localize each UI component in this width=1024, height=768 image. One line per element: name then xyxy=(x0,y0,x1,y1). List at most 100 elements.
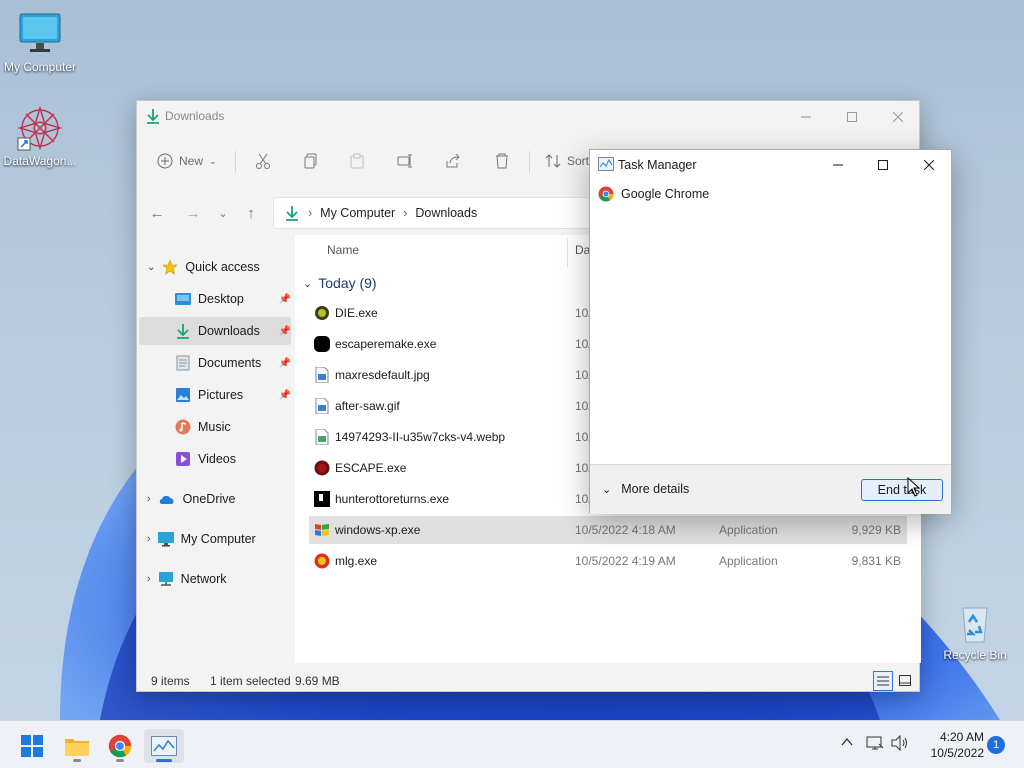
task-manager-title: Task Manager xyxy=(618,158,697,172)
file-row[interactable]: mlg.exe 10/5/2022 4:19 AM Application 9,… xyxy=(309,547,907,575)
tiles-view-button[interactable] xyxy=(895,671,915,691)
taskbar-chrome[interactable] xyxy=(100,729,140,763)
picture-icon xyxy=(176,388,190,402)
close-button[interactable] xyxy=(875,101,921,133)
sort-button[interactable]: Sort xyxy=(545,147,589,175)
task-manager-icon xyxy=(598,157,614,174)
pin-icon[interactable]: 📌 xyxy=(279,294,291,305)
share-button[interactable] xyxy=(445,147,461,175)
new-button[interactable]: New ⌄ xyxy=(157,147,217,175)
more-details-toggle[interactable]: ⌄ More details xyxy=(602,482,689,496)
file-date: 10/5/2022 4:18 AM xyxy=(575,523,676,537)
delete-button[interactable] xyxy=(494,147,510,175)
sidebar-item-desktop[interactable]: Desktop 📌 xyxy=(175,285,291,313)
star-icon xyxy=(162,259,179,275)
start-button[interactable] xyxy=(12,729,52,763)
arrow-right-icon: → xyxy=(185,204,201,222)
sidebar-item-pictures[interactable]: Pictures 📌 xyxy=(175,381,291,409)
recent-locations-button[interactable]: ⌄ xyxy=(211,201,235,225)
sidebar-item-my-computer[interactable]: › My Computer xyxy=(147,525,256,553)
sidebar-item-label: OneDrive xyxy=(182,492,236,506)
end-task-button[interactable]: End task xyxy=(861,479,943,501)
download-arrow-icon xyxy=(177,324,189,339)
address-bar[interactable]: › My Computer › Downloads xyxy=(273,197,603,229)
file-size: 9,929 KB xyxy=(851,523,901,537)
taskbar-task-manager[interactable] xyxy=(144,729,184,763)
breadcrumb-chevron-icon: › xyxy=(403,206,408,220)
cloud-icon xyxy=(159,495,174,504)
process-row-chrome[interactable]: Google Chrome xyxy=(598,186,709,202)
plus-circle-icon xyxy=(157,153,173,169)
desktop-icon-label: Recycle Bin xyxy=(943,648,1007,662)
close-button[interactable] xyxy=(906,150,952,180)
die-app-icon xyxy=(315,306,329,320)
forward-button[interactable]: → xyxy=(181,201,205,225)
desktop-icon xyxy=(175,293,191,305)
back-button[interactable]: ← xyxy=(145,201,169,225)
download-arrow-icon xyxy=(286,206,298,221)
file-name: hunterottoreturns.exe xyxy=(335,492,450,506)
app-icon xyxy=(314,460,330,476)
pin-icon[interactable]: 📌 xyxy=(279,358,291,369)
sidebar-item-downloads[interactable]: Downloads 📌 xyxy=(175,317,291,345)
sidebar-item-label: My Computer xyxy=(180,532,256,546)
sidebar-item-quick-access[interactable]: ⌄ Quick access xyxy=(147,253,260,281)
minimize-button[interactable] xyxy=(783,101,829,133)
pin-icon[interactable]: 📌 xyxy=(279,390,291,401)
close-icon xyxy=(924,160,934,170)
taskbar-file-explorer[interactable] xyxy=(57,729,97,763)
image-file-icon xyxy=(315,398,329,414)
clock-date: 10/5/2022 xyxy=(930,746,984,760)
sidebar-item-music[interactable]: Music xyxy=(175,413,231,441)
volume-button[interactable] xyxy=(891,734,909,754)
sidebar-item-documents[interactable]: Documents 📌 xyxy=(175,349,291,377)
maximize-icon xyxy=(847,112,857,122)
more-details-label: More details xyxy=(621,482,690,496)
maximize-button[interactable] xyxy=(829,101,875,133)
file-name: maxresdefault.jpg xyxy=(335,368,430,382)
sidebar-item-label: Music xyxy=(198,420,231,434)
selection-count: 1 item selected xyxy=(210,674,291,688)
show-hidden-icons-button[interactable] xyxy=(840,735,854,752)
cut-button[interactable] xyxy=(255,147,271,175)
sidebar-item-label: Downloads xyxy=(198,324,260,338)
notification-badge[interactable]: 1 xyxy=(987,736,1005,754)
chevron-down-icon: ⌄ xyxy=(602,483,612,496)
group-label: Today (9) xyxy=(318,275,377,291)
chevron-down-icon: ⌄ xyxy=(147,261,156,273)
chevron-down-icon: ⌄ xyxy=(209,155,217,166)
details-view-button[interactable] xyxy=(873,671,893,691)
scissors-icon xyxy=(256,153,270,169)
desktop-icon-my-computer[interactable]: My Computer xyxy=(0,10,80,74)
network-monitor-icon xyxy=(866,736,884,750)
trash-icon xyxy=(496,153,508,169)
sidebar-item-label: Desktop xyxy=(198,292,244,306)
minimize-button[interactable] xyxy=(815,150,861,180)
file-name: 14974293-II-u35w7cks-v4.webp xyxy=(335,430,506,444)
breadcrumb-downloads[interactable]: Downloads xyxy=(415,206,477,220)
clipboard-icon xyxy=(350,153,364,169)
column-header-name[interactable]: Name xyxy=(327,243,359,263)
sidebar-item-network[interactable]: › Network xyxy=(147,565,227,593)
explorer-titlebar[interactable]: Downloads xyxy=(137,101,919,133)
file-row-selected[interactable]: windows-xp.exe 10/5/2022 4:18 AM Applica… xyxy=(309,516,907,544)
desktop-icon-recycle-bin[interactable]: Recycle Bin xyxy=(935,598,1015,662)
breadcrumb-my-computer[interactable]: My Computer xyxy=(320,206,395,220)
paste-button[interactable] xyxy=(349,147,365,175)
sidebar-item-videos[interactable]: Videos xyxy=(175,445,236,473)
pin-icon[interactable]: 📌 xyxy=(279,326,291,337)
folder-icon xyxy=(65,739,89,756)
monitor-icon xyxy=(16,10,64,58)
rename-button[interactable] xyxy=(397,147,413,175)
system-clock[interactable]: 4:20 AM 10/5/2022 xyxy=(912,729,984,761)
file-size: 9,831 KB xyxy=(851,554,901,568)
copy-button[interactable] xyxy=(303,147,319,175)
group-header-today[interactable]: ⌄ Today (9) xyxy=(303,275,377,291)
sidebar-item-onedrive[interactable]: › OneDrive xyxy=(147,485,235,513)
network-status-button[interactable] xyxy=(866,735,884,754)
maximize-button[interactable] xyxy=(860,150,906,180)
up-button[interactable]: ↑ xyxy=(239,201,263,225)
desktop-icon-label: My Computer xyxy=(3,60,77,74)
chevron-right-icon: › xyxy=(147,533,151,545)
desktop-icon-datawagon[interactable]: DataWagon... xyxy=(0,104,80,168)
